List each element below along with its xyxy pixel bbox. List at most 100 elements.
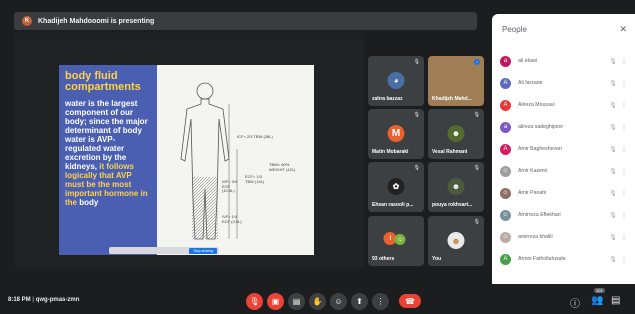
list-item[interactable]: ☺ Amir Panahi 🎙 ⋮ [500,184,628,202]
participant-name: Matin Mobaraki [372,149,409,155]
close-icon[interactable]: ✕ [619,24,627,35]
people-panel-title: People [502,25,527,34]
shared-slide: body fluid compartments water is the lar… [59,65,314,255]
meeting-code: qwg-pmas-zmn [35,297,80,303]
avatar: ☻ [447,125,465,142]
participant-tile[interactable]: 🎙 ✿ Ehsan rasooli p... [368,162,424,212]
avatar: ◕ [387,72,405,89]
list-item[interactable]: A Ali farzane 🎙 ⋮ [500,74,628,92]
mic-off-icon: 🎙 [609,58,617,65]
more-options-icon[interactable]: ⋮ [620,102,628,109]
mic-off-icon: 🎙 [609,256,617,263]
list-item[interactable]: a ali ebaei 🎙 ⋮ [500,52,628,70]
participant-tile[interactable]: 🎙 ☻ Vesal Rahmani [428,109,484,159]
more-options-icon[interactable]: ⋮ [620,168,628,175]
avatar: ✿ [387,178,405,195]
presenting-banner: K Khadijeh Mahdooomi is presenting [14,12,477,30]
clock-time: 8:18 PM [8,297,31,303]
participant-name: Armin Fathollahzade [518,256,566,262]
mic-off-icon: 🎙 [609,190,617,197]
captions-button[interactable]: ▤ [288,293,305,310]
participant-name: Amir Kazemi [518,168,548,174]
avatar: M [387,125,405,142]
list-item[interactable]: a alireza sadeghipoor 🎙 ⋮ [500,118,628,136]
emoji-button[interactable]: ☺ [330,293,347,310]
tbw-label: TBW= 60% WEIGHT (42L) [269,162,296,172]
mic-off-icon: 🎙 [609,234,617,241]
present-button[interactable]: ⬆ [351,293,368,310]
avatar: ☺ [500,165,511,177]
slide-body-end: body [79,198,99,207]
more-options-icon[interactable]: ⋮ [620,146,628,153]
list-item[interactable]: ☺ amirreza khalili 🎙 ⋮ [500,228,628,246]
participant-tile[interactable]: 🎙 ◕ zahra bazzaz [368,56,424,106]
list-item[interactable]: A Alireza Mousavi 🎙 ⋮ [500,96,628,114]
avatar: ☺ [500,187,511,199]
more-options-icon[interactable]: ⋮ [620,212,628,219]
participant-name: zahra bazzaz [372,96,403,102]
chat-icon[interactable]: ▤ [611,295,620,306]
more-options-button[interactable]: ⋮ [372,293,389,310]
end-call-button[interactable]: ☎ [399,294,421,308]
participant-tile[interactable]: • Khadijeh Mahd... [428,56,484,106]
more-options-icon[interactable]: ⋮ [620,256,628,263]
self-tile[interactable]: 🎙 ☻ You [428,216,484,266]
participant-name: Amirreza Eftekhari [518,212,561,218]
more-options-icon[interactable]: ⋮ [620,58,628,65]
list-item[interactable]: A Armin Fathollahzade 🎙 ⋮ [500,250,628,268]
participant-count-badge: 101 [594,288,605,293]
ivf-label: IVF= 1/4 ECF (3.5L) [222,214,242,224]
icf-label: ICF= 2/3 TBW (28L) [237,134,273,139]
presentation-stage: body fluid compartments water is the lar… [14,33,364,268]
list-item[interactable]: ☺ Amirreza Eftekhari 🎙 ⋮ [500,206,628,224]
slide-title: body fluid compartments [65,70,141,93]
mic-off-icon: 🎙 [473,219,480,225]
participant-name: amirreza khalili [518,234,553,240]
mic-off-icon: 🎙 [413,59,420,65]
isf-label: ISF= 3/4 ECF (10.5L) [222,179,238,193]
raise-hand-button[interactable]: ✋ [309,293,326,310]
more-options-icon[interactable]: ⋮ [620,124,628,131]
speaking-icon: • [474,59,480,65]
avatar: a [500,121,511,133]
camera-toggle-button[interactable]: ▣ [267,293,284,310]
self-name: You [432,256,442,262]
mic-off-icon: 🎙 [609,102,617,109]
sharing-bar: Stop sharing [109,247,219,254]
stop-sharing-button[interactable]: Stop sharing [189,247,217,254]
more-options-icon[interactable]: ⋮ [620,80,628,87]
avatar: ☻ [447,178,465,195]
slide-body: water is the largest component of our bo… [65,99,151,207]
avatar: ☻ [447,232,465,249]
others-count: 93 others [372,256,395,262]
participant-name: Khadijeh Mahd... [432,96,472,102]
avatar: A [500,143,511,155]
mic-off-icon: 🎙 [609,212,617,219]
participant-tile[interactable]: 🎙 M Matin Mobaraki [368,109,424,159]
mic-off-icon: 🎙 [473,112,480,118]
participant-name: Amir Panahi [518,190,547,196]
people-panel: People ✕ a ali ebaei 🎙 ⋮ A Ali farzane 🎙… [492,14,635,290]
people-icon[interactable]: 👥 [591,295,603,306]
list-item[interactable]: ☺ Amir Kazemi 🎙 ⋮ [500,162,628,180]
mic-off-icon: 🎙 [609,80,617,87]
slide-text-panel: body fluid compartments water is the lar… [59,65,157,255]
avatar: A [500,253,511,265]
participant-tile[interactable]: 🎙 ☻ pouya rokhsart... [428,162,484,212]
avatar: A [500,77,511,89]
info-icon[interactable]: ⓘ [570,295,580,310]
others-tile[interactable]: I ☺ 93 others [368,216,424,266]
participant-name: alireza sadeghipoor [518,124,564,130]
mic-off-icon: 🎙 [413,112,420,118]
mic-off-icon: 🎙 [609,168,617,175]
mic-off-icon: 🎙 [413,165,420,171]
mic-off-icon: 🎙 [473,165,480,171]
list-item[interactable]: A Amir Bagheshevan 🎙 ⋮ [500,140,628,158]
meeting-info: 8:18 PM | qwg-pmas-zmn [8,297,80,303]
avatar: ☺ [500,209,511,221]
mic-toggle-button[interactable]: 🎙 [246,293,263,310]
participant-name: ali ebaei [518,58,538,64]
participant-name: Amir Bagheshevan [518,146,562,152]
more-options-icon[interactable]: ⋮ [620,234,628,241]
more-options-icon[interactable]: ⋮ [620,190,628,197]
